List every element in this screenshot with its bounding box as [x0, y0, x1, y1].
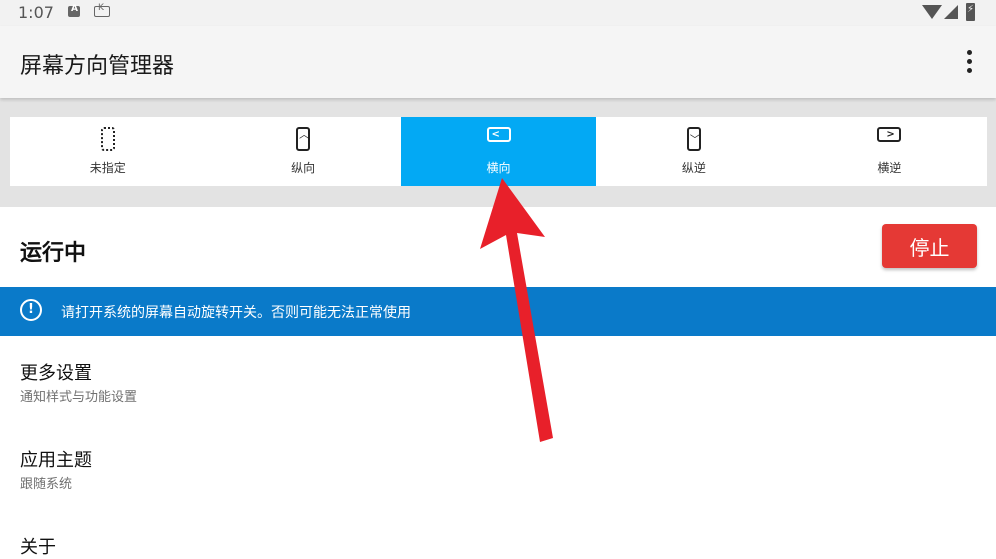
notice-text: 请打开系统的屏幕自动旋转开关。否则可能无法正常使用	[61, 305, 411, 321]
list-item-app-theme[interactable]: 应用主题 跟随系统	[0, 424, 996, 510]
app-title: 屏幕方向管理器	[20, 54, 175, 79]
service-status-row: 运行中 停止	[0, 207, 996, 287]
orientation-tabs: 未指定 ︿ 纵向 < 横向 ﹀ 纵逆 > 横逆	[10, 117, 987, 186]
tab-label: 纵向	[291, 161, 316, 175]
tab-label: 横向	[486, 161, 511, 175]
wifi-icon	[922, 5, 942, 19]
reverse-portrait-icon: ﹀	[686, 127, 701, 151]
status-time: 1:07	[18, 3, 54, 22]
phone-dotted-icon	[100, 127, 115, 151]
portrait-icon: ︿	[296, 127, 311, 151]
auto-rotate-notice[interactable]: ! 请打开系统的屏幕自动旋转开关。否则可能无法正常使用	[0, 287, 996, 336]
tab-label: 纵逆	[681, 161, 706, 175]
tab-reverse-landscape[interactable]: > 横逆	[792, 117, 987, 186]
stop-button[interactable]: 停止	[882, 224, 977, 268]
tab-portrait[interactable]: ︿ 纵向	[205, 117, 400, 186]
tab-landscape[interactable]: < 横向	[400, 117, 597, 186]
list-item-more-settings[interactable]: 更多设置 通知样式与功能设置	[0, 337, 996, 423]
service-status-label: 运行中	[20, 241, 87, 266]
landscape-icon: <	[486, 127, 511, 142]
list-item-title: 更多设置	[20, 363, 92, 384]
reverse-landscape-icon: >	[877, 127, 902, 142]
list-item-subtitle: 通知样式与功能设置	[20, 390, 138, 405]
tab-unspecified[interactable]: 未指定	[10, 117, 205, 186]
app-bar: 屏幕方向管理器	[0, 26, 996, 98]
tab-label: 横逆	[877, 161, 902, 175]
list-item-subtitle: 跟随系统	[20, 477, 73, 492]
exclamation-icon: !	[20, 299, 42, 321]
status-bar: 1:07 A K ⚡	[0, 0, 996, 26]
list-item-title: 关于	[20, 537, 56, 558]
list-item-about[interactable]: 关于	[0, 511, 996, 558]
battery-icon: ⚡	[966, 3, 975, 21]
tab-label: 未指定	[89, 161, 126, 175]
notification-a-icon: A	[68, 4, 80, 17]
signal-icon	[944, 5, 958, 19]
more-vert-icon[interactable]	[958, 46, 980, 78]
tab-reverse-portrait[interactable]: ﹀ 纵逆	[596, 117, 791, 186]
list-item-title: 应用主题	[20, 450, 92, 471]
notification-rotate-icon: K	[94, 3, 110, 17]
